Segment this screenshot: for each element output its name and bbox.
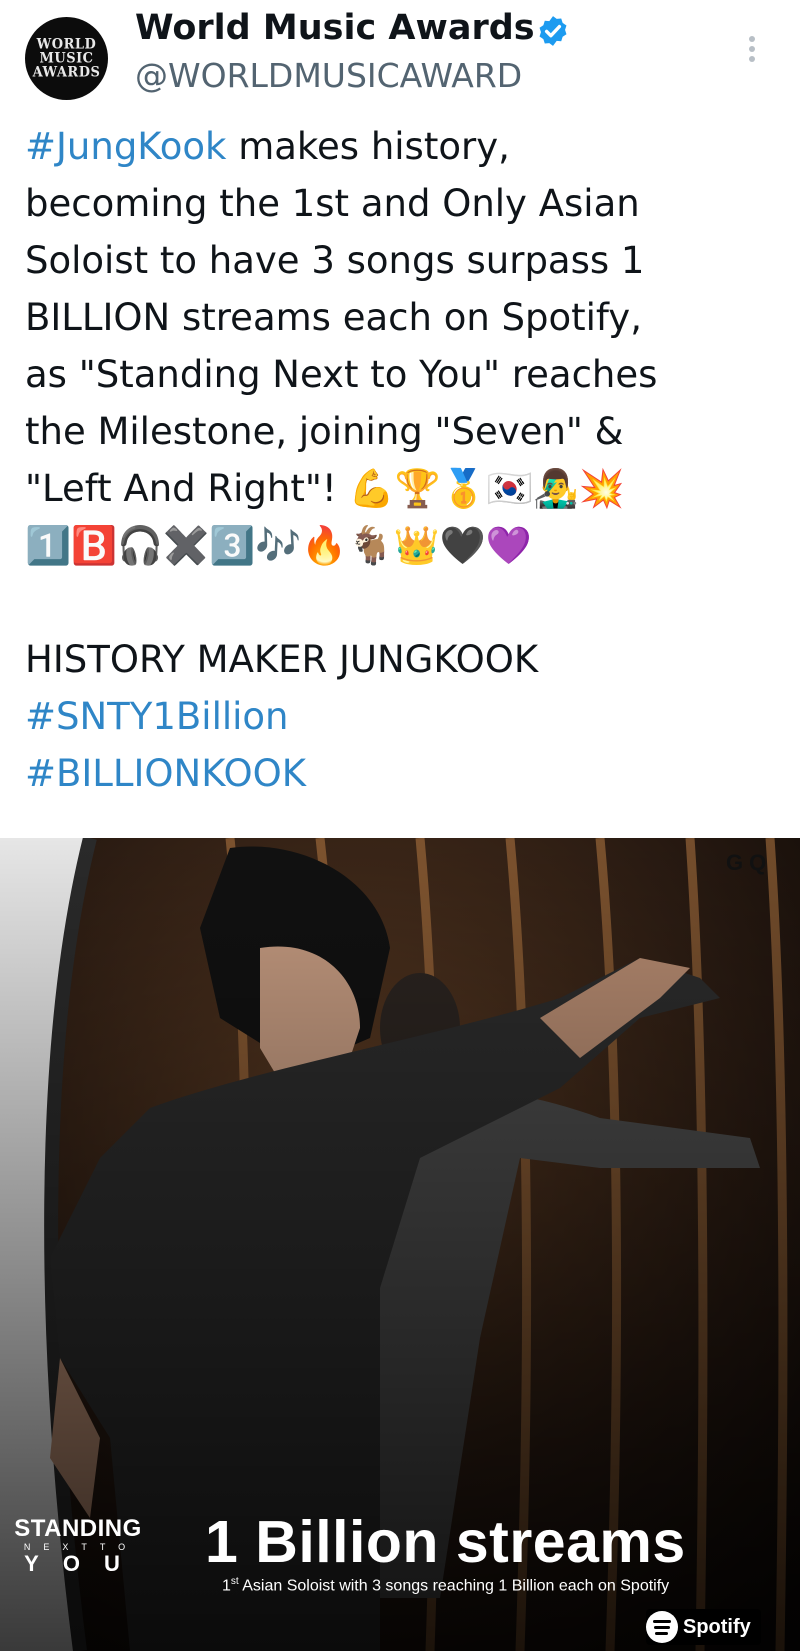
logo-line-3: YOU — [24, 1551, 144, 1576]
subline-sup: st — [230, 1576, 239, 1587]
history-maker-line: HISTORY MAKER JUNGKOOK — [25, 638, 539, 681]
subline-rest: Asian Soloist with 3 songs reaching 1 Bi… — [238, 1577, 670, 1595]
tweet-line-5: as "Standing Next to You" reaches — [25, 353, 658, 396]
spotify-logo-icon — [646, 1611, 678, 1643]
gq-watermark: GQ — [726, 850, 773, 875]
milestone-subline: 1st Asian Soloist with 3 songs reaching … — [222, 1576, 669, 1595]
tweet-line-7-text: "Left And Right"! — [25, 467, 337, 510]
billion-streams-headline: 1 Billion streams — [205, 1509, 686, 1575]
hashtag-snty1billion[interactable]: #SNTY1Billion — [25, 688, 785, 745]
account-handle[interactable]: @WORLDMUSICAWARD — [135, 56, 522, 95]
tweet-line-2: becoming the 1st and Only Asian — [25, 182, 640, 225]
hashtag-jungkook[interactable]: #JungKook — [25, 125, 226, 168]
tweet-text: #JungKook makes history, becoming the 1s… — [25, 118, 785, 802]
more-options-icon[interactable] — [740, 32, 764, 68]
tweet-line-1: #JungKook makes history, — [25, 118, 785, 175]
spotify-wordmark: Spotify — [683, 1615, 751, 1638]
emoji-row-1: 💪🏆🥇🇰🇷👨‍🎤💥 — [348, 467, 625, 510]
spotify-badge: Spotify — [646, 1609, 761, 1645]
account-avatar[interactable]: WORLD MUSIC AWARDS — [25, 17, 108, 100]
tweet-line-6: the Milestone, joining "Seven" & — [25, 410, 624, 453]
account-name[interactable]: World Music Awards — [135, 8, 535, 48]
emoji-row-2: 1️⃣🅱️🎧✖️3️⃣🎶🔥🐐👑🖤💜 — [25, 524, 532, 567]
standing-next-to-you-logo: STANDING NEXTTO YOU — [12, 1516, 144, 1576]
tweet-header: WORLD MUSIC AWARDS World Music Awards @W… — [0, 0, 800, 115]
logo-line-1: STANDING — [14, 1515, 142, 1542]
verified-badge-icon — [539, 16, 567, 46]
tweet-line-4: BILLION streams each on Spotify, — [25, 296, 642, 339]
hashtag-billionkook[interactable]: #BILLIONKOOK — [25, 745, 785, 802]
subline-prefix: 1 — [222, 1577, 231, 1595]
tweet-line-1-text: makes history, — [226, 125, 510, 168]
avatar-text-3: AWARDS — [32, 63, 101, 81]
tweet-line-3: Soloist to have 3 songs surpass 1 — [25, 239, 645, 282]
tweet-line-7: "Left And Right"! 💪🏆🥇🇰🇷👨‍🎤💥 — [25, 460, 785, 517]
